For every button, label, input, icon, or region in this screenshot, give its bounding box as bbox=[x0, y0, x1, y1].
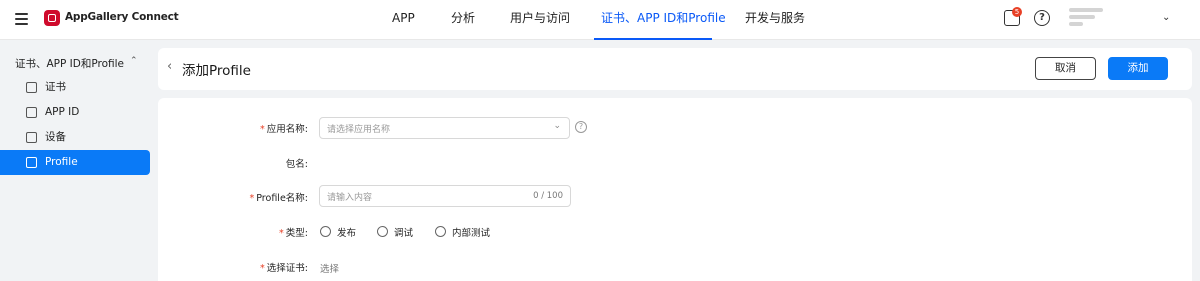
nav-certificates[interactable]: 证书、APP ID和Profile bbox=[594, 0, 726, 40]
document-icon bbox=[26, 132, 37, 143]
package-name-label: 包名: bbox=[285, 159, 308, 170]
profile-name-input[interactable]: 请输入内容 0 / 100 bbox=[319, 185, 571, 207]
radio-label: 内部测试 bbox=[452, 228, 491, 239]
cancel-button[interactable]: 取消 bbox=[1035, 57, 1096, 80]
page-title: 添加Profile bbox=[182, 63, 251, 79]
document-icon bbox=[26, 82, 37, 93]
chevron-down-icon: ⌄ bbox=[553, 121, 561, 131]
nav-users-access[interactable]: 用户与访问 bbox=[510, 0, 570, 40]
sidebar-item-devices[interactable]: 设备 bbox=[0, 125, 150, 150]
sidebar-item-label: 设备 bbox=[45, 131, 66, 143]
help-icon[interactable]: ? bbox=[1034, 10, 1050, 26]
required-mark: * bbox=[279, 228, 284, 239]
account-name[interactable] bbox=[1069, 8, 1103, 30]
radio-label: 发布 bbox=[337, 228, 357, 239]
radio-circle[interactable] bbox=[320, 226, 331, 237]
radio-label: 调试 bbox=[394, 228, 414, 239]
required-mark: * bbox=[260, 263, 265, 274]
nav-analytics[interactable]: 分析 bbox=[451, 0, 475, 40]
sidebar-group-title[interactable]: 证书、APP ID和Profile bbox=[15, 56, 124, 71]
profile-name-placeholder: 请输入内容 bbox=[327, 193, 373, 203]
sidebar-item-certificates[interactable]: 证书 bbox=[0, 75, 150, 100]
document-icon bbox=[26, 157, 37, 168]
sidebar-item-profile[interactable]: Profile bbox=[0, 150, 150, 175]
app-name-label: * 应用名称: bbox=[260, 124, 308, 135]
menu-icon[interactable] bbox=[15, 13, 28, 25]
appgallery-logo[interactable] bbox=[44, 10, 60, 26]
brand-name[interactable]: AppGallery Connect bbox=[65, 11, 179, 23]
app-name-select[interactable]: 请选择应用名称 ⌄ bbox=[319, 117, 570, 139]
app-name-placeholder: 请选择应用名称 bbox=[327, 125, 391, 135]
character-counter: 0 / 100 bbox=[533, 191, 563, 201]
sidebar-item-label: 证书 bbox=[45, 81, 66, 93]
sidebar-item-label: APP ID bbox=[45, 106, 80, 118]
chevron-up-icon[interactable]: ⌃ bbox=[130, 56, 138, 66]
radio-circle[interactable] bbox=[377, 226, 388, 237]
top-bar: AppGallery Connect APP 分析 用户与访问 证书、APP I… bbox=[0, 0, 1200, 40]
document-icon bbox=[26, 107, 37, 118]
back-arrow-icon[interactable]: ‹ bbox=[167, 59, 172, 74]
certificate-label: * 选择证书: bbox=[260, 263, 308, 274]
notification-badge: 5 bbox=[1012, 7, 1022, 17]
radio-circle[interactable] bbox=[435, 226, 446, 237]
type-label: * 类型: bbox=[279, 228, 308, 239]
nav-app[interactable]: APP bbox=[392, 0, 415, 40]
nav-dev-services[interactable]: 开发与服务 bbox=[745, 0, 805, 40]
help-circle-icon[interactable]: ? bbox=[575, 121, 587, 133]
page-header: ‹ 添加Profile 取消 添加 bbox=[158, 48, 1192, 90]
add-button[interactable]: 添加 bbox=[1108, 57, 1168, 80]
required-mark: * bbox=[249, 193, 255, 204]
sidebar-item-label: Profile bbox=[45, 156, 78, 168]
sidebar-item-app-id[interactable]: APP ID bbox=[0, 100, 150, 125]
sidebar: 证书、APP ID和Profile ⌃ 证书 APP ID 设备 Profile bbox=[0, 40, 158, 281]
required-mark: * bbox=[260, 124, 265, 135]
profile-name-label: * Profile名称: bbox=[249, 193, 309, 204]
profile-form: * 应用名称: 请选择应用名称 ⌄ ? 包名: * Profile名称: 请输入内容… bbox=[158, 98, 1192, 281]
select-certificate-link[interactable]: 选择 bbox=[320, 261, 339, 275]
chevron-down-icon[interactable]: ⌄ bbox=[1162, 12, 1170, 23]
